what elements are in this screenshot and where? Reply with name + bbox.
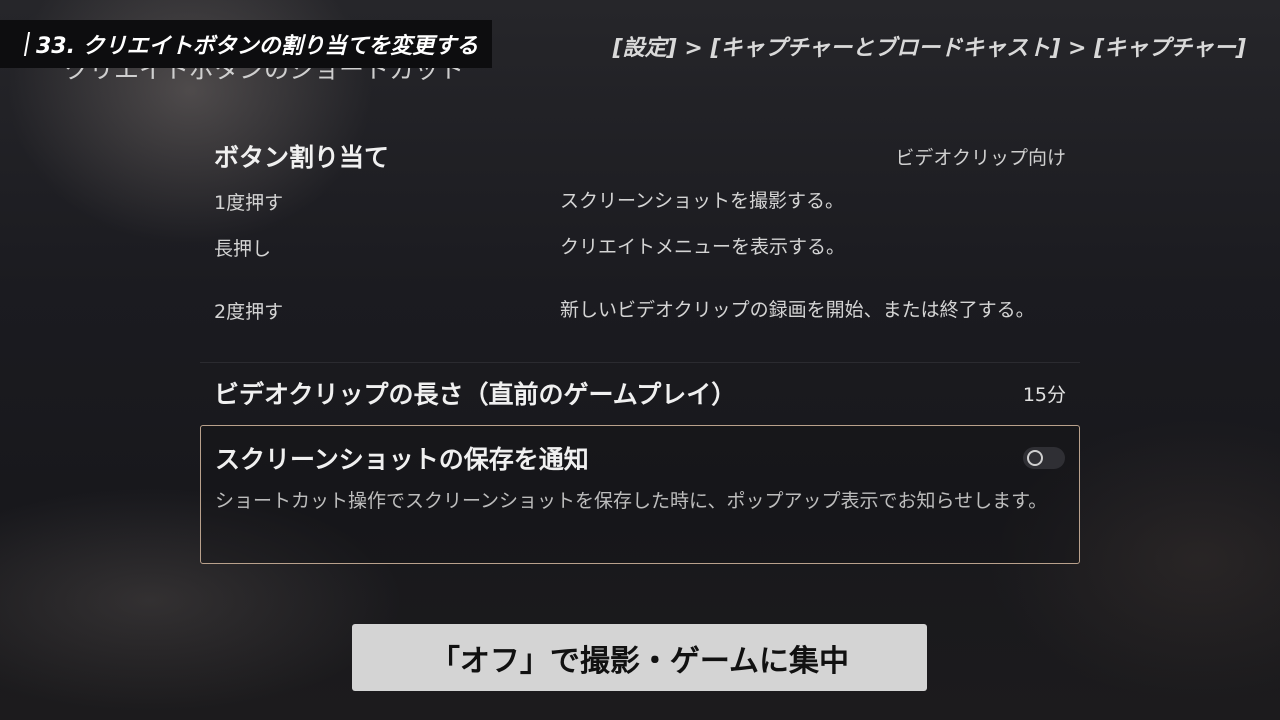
assignment-row-long-press: 長押し クリエイトメニューを表示する。 [200,224,1080,270]
screenshot-notification-card[interactable]: スクリーンショットの保存を通知 ショートカット操作でスクリーンショットを保存した… [200,425,1080,564]
assignment-action: 2度押す [214,300,284,323]
screenshot-notification-description: ショートカット操作でスクリーンショットを保存した時に、ポップアップ表示でお知らせ… [215,490,1048,512]
button-assignment-value: ビデオクリップ向け [895,146,1066,169]
assignment-action: 1度押す [214,191,284,214]
button-assignment-row[interactable]: ボタン割り当て ビデオクリップ向け [200,134,1080,178]
assignment-result: 新しいビデオクリップの録画を開始、または終了する。 [560,299,1035,321]
button-assignment-title: ボタン割り当て [214,143,390,172]
assignment-row-press-twice: 2度押す 新しいビデオクリップの録画を開始、または終了する。 [200,270,1080,350]
screenshot-notification-toggle[interactable] [1023,447,1065,469]
assignment-result: スクリーンショットを撮影する。 [560,190,845,212]
video-clip-length-value: 15分 [1022,383,1066,406]
breadcrumb: [設定] > [キャプチャーとブロードキャスト] > [キャプチャー] [612,36,1246,61]
banner-bar [23,32,31,56]
hint-banner-text: 33. クリエイトボタンの割り当てを変更する [36,34,479,59]
assignment-row-press-once: 1度押す スクリーンショットを撮影する。 [200,178,1080,224]
settings-content: ボタン割り当て ビデオクリップ向け 1度押す スクリーンショットを撮影する。 長… [200,134,1080,564]
screenshot-notification-title: スクリーンショットの保存を通知 [215,445,589,474]
caption-box: 「オフ」で撮影・ゲームに集中 [352,624,927,691]
video-clip-length-title: ビデオクリップの長さ（直前のゲームプレイ） [214,380,737,409]
toggle-knob [1027,450,1043,466]
assignment-result: クリエイトメニューを表示する。 [560,236,846,258]
hint-banner: 33. クリエイトボタンの割り当てを変更する [0,20,492,68]
video-clip-length-row[interactable]: ビデオクリップの長さ（直前のゲームプレイ） 15分 [200,363,1080,423]
assignment-action: 長押し [214,237,272,260]
